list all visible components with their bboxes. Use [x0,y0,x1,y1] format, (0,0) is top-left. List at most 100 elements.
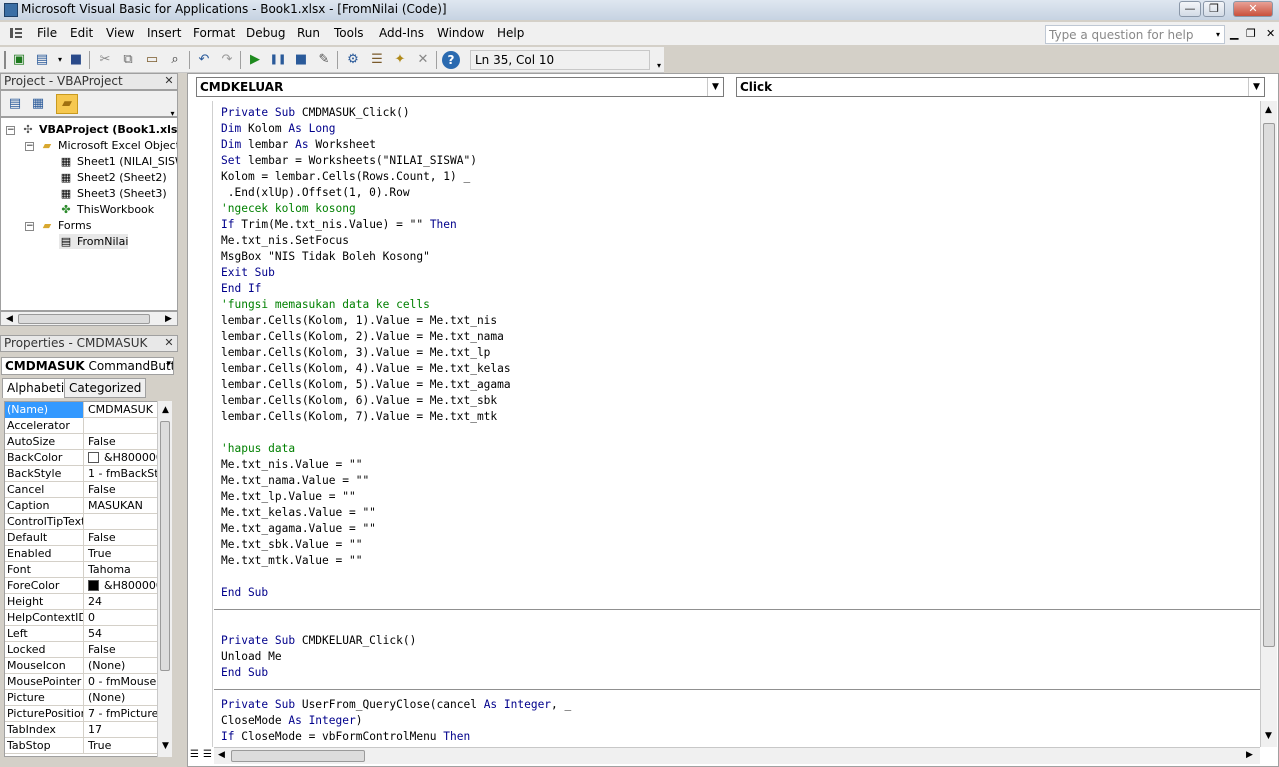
property-row[interactable]: TabIndex 17 [5,722,158,738]
view-excel-icon[interactable]: ▣ [10,51,28,69]
tab-categorized[interactable]: Categorized [64,378,147,398]
tree-item-forms[interactable]: ▰ Forms [40,218,92,233]
property-row[interactable]: BackColor&H8000000F& [5,450,158,466]
tree-item-thisworkbook[interactable]: ✤ ThisWorkbook [59,202,154,217]
toggle-folders-icon[interactable]: ▰ [56,94,78,114]
menu-tools[interactable]: Tools [334,26,364,40]
code-margin[interactable] [188,101,213,747]
scroll-thumb[interactable] [231,750,365,762]
find-icon[interactable]: ⌕ [166,51,184,69]
property-value[interactable]: 1 - fmBackStyleOpaque [85,466,158,482]
object-selector[interactable]: CMDMASUK CommandButton ▾ [1,357,174,375]
property-row[interactable]: Default False [5,530,158,546]
code-line[interactable]: Me.txt_nis.Value = "" [221,457,362,473]
expander-vbaproject[interactable]: − [6,126,15,135]
property-value[interactable]: False [85,434,158,450]
property-value[interactable] [85,418,158,434]
paste-icon[interactable]: ▭ [143,51,161,69]
property-value[interactable]: 24 [85,594,158,610]
undo-icon[interactable]: ↶ [195,51,213,69]
tree-item-vbaproject[interactable]: ✣ VBAProject (Book1.xlsx) [21,122,177,137]
property-row[interactable]: Height 24 [5,594,158,610]
code-line[interactable]: Set lembar = Worksheets("NILAI_SISWA") [221,153,477,169]
scroll-right-icon[interactable]: ▶ [161,312,176,327]
code-line[interactable]: lembar.Cells(Kolom, 4).Value = Me.txt_ke… [221,361,511,377]
property-row[interactable]: Picture (None) [5,690,158,706]
property-row[interactable]: Font Tahoma [5,562,158,578]
property-row[interactable]: Cancel False [5,482,158,498]
cut-icon[interactable]: ✂ [96,51,114,69]
expander-excel-objects[interactable]: − [25,142,34,151]
tree-item-fromnilai[interactable]: ▤ FromNilai [59,234,129,249]
maximize-button[interactable]: ❐ [1203,1,1225,17]
mdi-restore-icon[interactable]: ❐ [1246,27,1256,40]
scroll-up-icon[interactable]: ▲ [158,403,173,418]
menu-run[interactable]: Run [297,26,320,40]
menu-edit[interactable]: Edit [70,26,93,40]
code-line[interactable]: MsgBox "NIS Tidak Boleh Kosong" [221,249,430,265]
procedure-view-icon[interactable]: ☰ [190,749,199,760]
scroll-down-icon[interactable]: ▼ [1261,729,1276,744]
code-line[interactable]: Dim Kolom As Long [221,121,336,137]
menu-add-ins[interactable]: Add-Ins [379,26,424,40]
project-explorer-icon[interactable]: ⚙ [344,51,362,69]
code-line[interactable]: lembar.Cells(Kolom, 6).Value = Me.txt_sb… [221,393,497,409]
menu-format[interactable]: Format [193,26,235,40]
property-row[interactable]: BackStyle 1 - fmBackStyleOpaque [5,466,158,482]
save-icon[interactable]: ■ [67,51,85,69]
property-value[interactable]: False [85,530,158,546]
property-row[interactable]: ControlTipText [5,514,158,530]
code-line[interactable]: Dim lembar As Worksheet [221,137,376,153]
property-value[interactable]: False [85,482,158,498]
vba-app-icon[interactable] [4,3,18,17]
tree-item-sheet1[interactable]: ▦ Sheet1 (NILAI_SISWA) [59,154,177,169]
menu-view[interactable]: View [106,26,134,40]
mdi-minimize-icon[interactable]: ▁ [1230,27,1238,40]
code-line[interactable]: Kolom = lembar.Cells(Rows.Count, 1) _ [221,169,470,185]
code-line[interactable]: Exit Sub [221,265,275,281]
property-row[interactable]: MousePointer 0 - fmMousePointerDefault [5,674,158,690]
property-row[interactable]: TabStop True [5,738,158,754]
property-value[interactable]: CMDMASUK [85,402,158,418]
code-line[interactable]: If CloseMode = vbFormControlMenu Then [221,729,470,745]
scroll-thumb[interactable] [160,421,170,671]
run-icon[interactable]: ▶ [246,51,264,69]
property-value[interactable]: MASUKAN [85,498,158,514]
code-line[interactable]: .End(xlUp).Offset(1, 0).Row [221,185,410,201]
property-value[interactable]: 54 [85,626,158,642]
property-value[interactable]: (None) [85,690,158,706]
reset-icon[interactable]: ■ [292,51,310,69]
view-code-icon[interactable]: ▤ [6,95,24,113]
property-row[interactable]: MouseIcon (None) [5,658,158,674]
tree-item-excel-objects[interactable]: ▰ Microsoft Excel Objects [40,138,177,153]
property-value[interactable] [85,514,158,530]
scroll-thumb[interactable] [1263,123,1275,647]
scroll-left-icon[interactable]: ◀ [2,312,17,327]
property-row[interactable]: Left 54 [5,626,158,642]
code-line[interactable]: End Sub [221,665,268,681]
code-line[interactable]: If Trim(Me.txt_nis.Value) = "" Then [221,217,457,233]
property-value[interactable]: 7 - fmPicturePositionAboveCenter [85,706,158,722]
code-line[interactable]: lembar.Cells(Kolom, 7).Value = Me.txt_mt… [221,409,497,425]
full-module-view-icon[interactable]: ☰ [203,749,212,760]
property-value[interactable]: True [85,738,158,754]
tree-item-sheet2[interactable]: ▦ Sheet2 (Sheet2) [59,170,167,185]
menu-help[interactable]: Help [497,26,524,40]
help-search-input[interactable]: Type a question for help [1045,25,1225,44]
object-combo[interactable]: CMDKELUAR ▼ [196,77,724,97]
minimize-button[interactable]: — [1179,1,1201,17]
design-mode-icon[interactable]: ✎ [315,51,333,69]
property-value[interactable]: False [85,642,158,658]
property-value[interactable]: True [85,546,158,562]
property-row[interactable]: (Name) CMDMASUK [5,402,158,418]
menu-window[interactable]: Window [437,26,484,40]
code-line[interactable]: 'ngecek kolom kosong [221,201,356,217]
code-line[interactable]: Me.txt_kelas.Value = "" [221,505,376,521]
code-line[interactable]: End If [221,281,261,297]
mdi-close-icon[interactable]: ✕ [1266,27,1275,40]
project-tree-hscrollbar[interactable]: ◀ ▶ [0,311,178,326]
code-line[interactable]: lembar.Cells(Kolom, 5).Value = Me.txt_ag… [221,377,511,393]
property-value[interactable]: 0 - fmMousePointerDefault [85,674,158,690]
scroll-thumb[interactable] [18,314,150,324]
property-row[interactable]: HelpContextID 0 [5,610,158,626]
